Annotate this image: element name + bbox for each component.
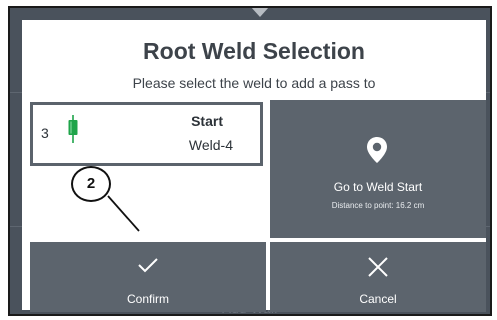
callout-number-badge: 2 xyxy=(71,166,111,202)
callout-leader-line xyxy=(107,195,140,232)
